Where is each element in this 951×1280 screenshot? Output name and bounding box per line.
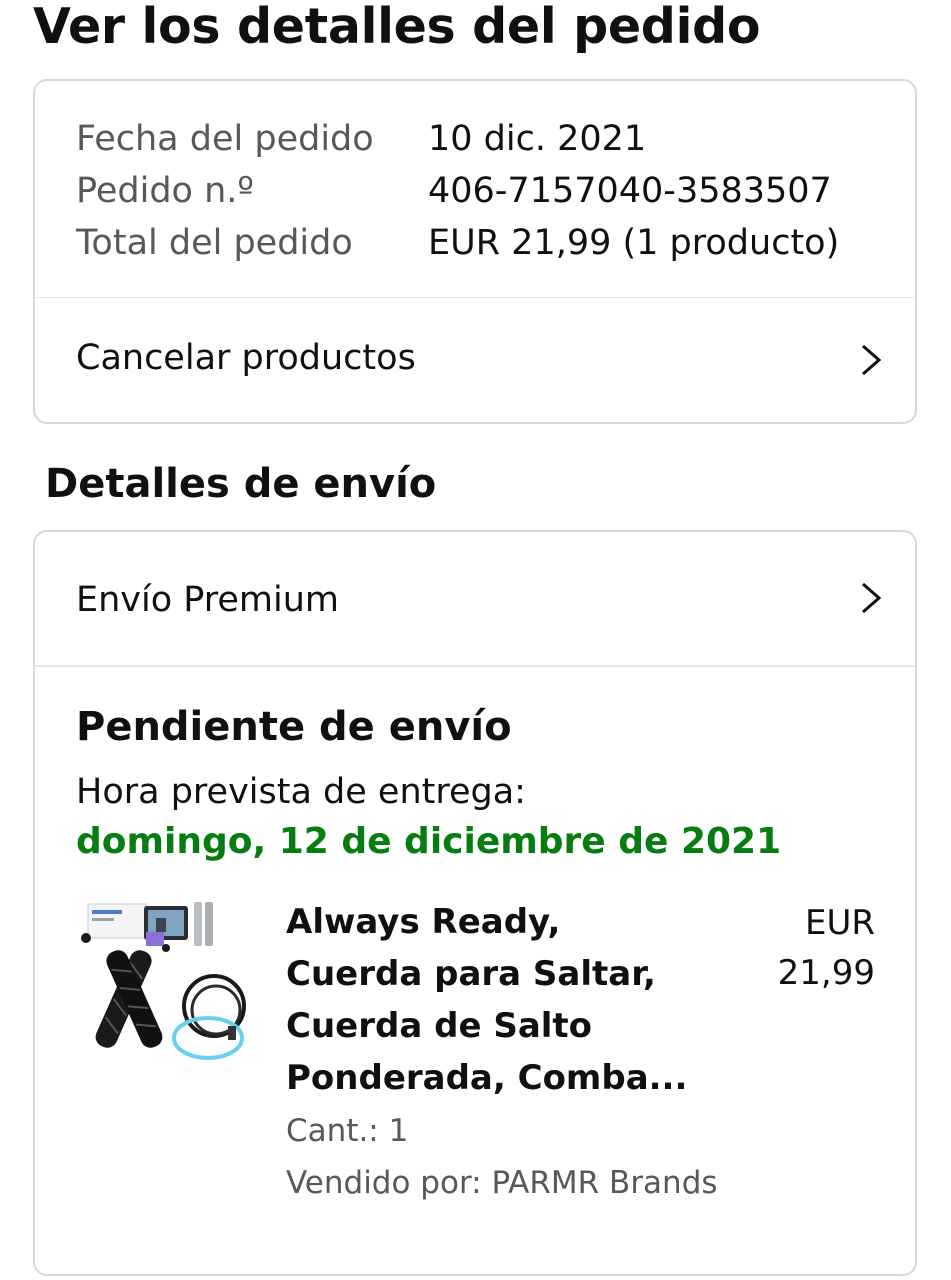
order-total-row: Total del pedido EUR 21,99 (1 producto) xyxy=(76,221,839,265)
order-number-row: Pedido n.º 406-7157040-3583507 xyxy=(76,169,832,213)
cancel-products-link[interactable]: Cancelar productos xyxy=(35,298,915,422)
jump-rope-product-image[interactable] xyxy=(78,902,250,1072)
product-price: EUR 21,99 xyxy=(777,903,875,993)
order-number-value: 406-7157040-3583507 xyxy=(428,171,832,211)
order-date-label: Fecha del pedido xyxy=(76,119,374,159)
order-total-value: EUR 21,99 (1 producto) xyxy=(428,223,840,263)
order-date-value: 10 dic. 2021 xyxy=(428,119,647,159)
cancel-products-label: Cancelar productos xyxy=(76,338,416,378)
page-title: Ver los detalles del pedido xyxy=(33,0,761,55)
shipping-method-label: Envío Premium xyxy=(76,580,340,620)
delivery-estimate-label: Hora prevista de entrega: xyxy=(76,772,526,812)
product-quantity: Cant.: 1 xyxy=(286,1113,409,1149)
chevron-right-icon xyxy=(862,344,882,376)
product-seller: Vendido por: PARMR Brands xyxy=(286,1165,718,1201)
shipping-method-link[interactable]: Envío Premium xyxy=(35,532,915,665)
shipping-section-title: Detalles de envío xyxy=(45,461,437,507)
order-date-row: Fecha del pedido 10 dic. 2021 xyxy=(76,117,646,161)
product-title-link[interactable]: Always Ready, Cuerda para Saltar, Cuerda… xyxy=(286,896,706,1104)
chevron-right-icon xyxy=(862,582,882,614)
order-summary-card: Fecha del pedido 10 dic. 2021 Pedido n.º… xyxy=(33,79,917,424)
shipment-status-title: Pendiente de envío xyxy=(76,704,512,750)
order-number-label: Pedido n.º xyxy=(76,171,254,211)
delivery-estimate-date: domingo, 12 de diciembre de 2021 xyxy=(76,821,782,862)
order-total-label: Total del pedido xyxy=(76,223,353,263)
shipping-card: Envío Premium Pendiente de envío Hora pr… xyxy=(33,530,917,1276)
divider xyxy=(35,665,915,667)
